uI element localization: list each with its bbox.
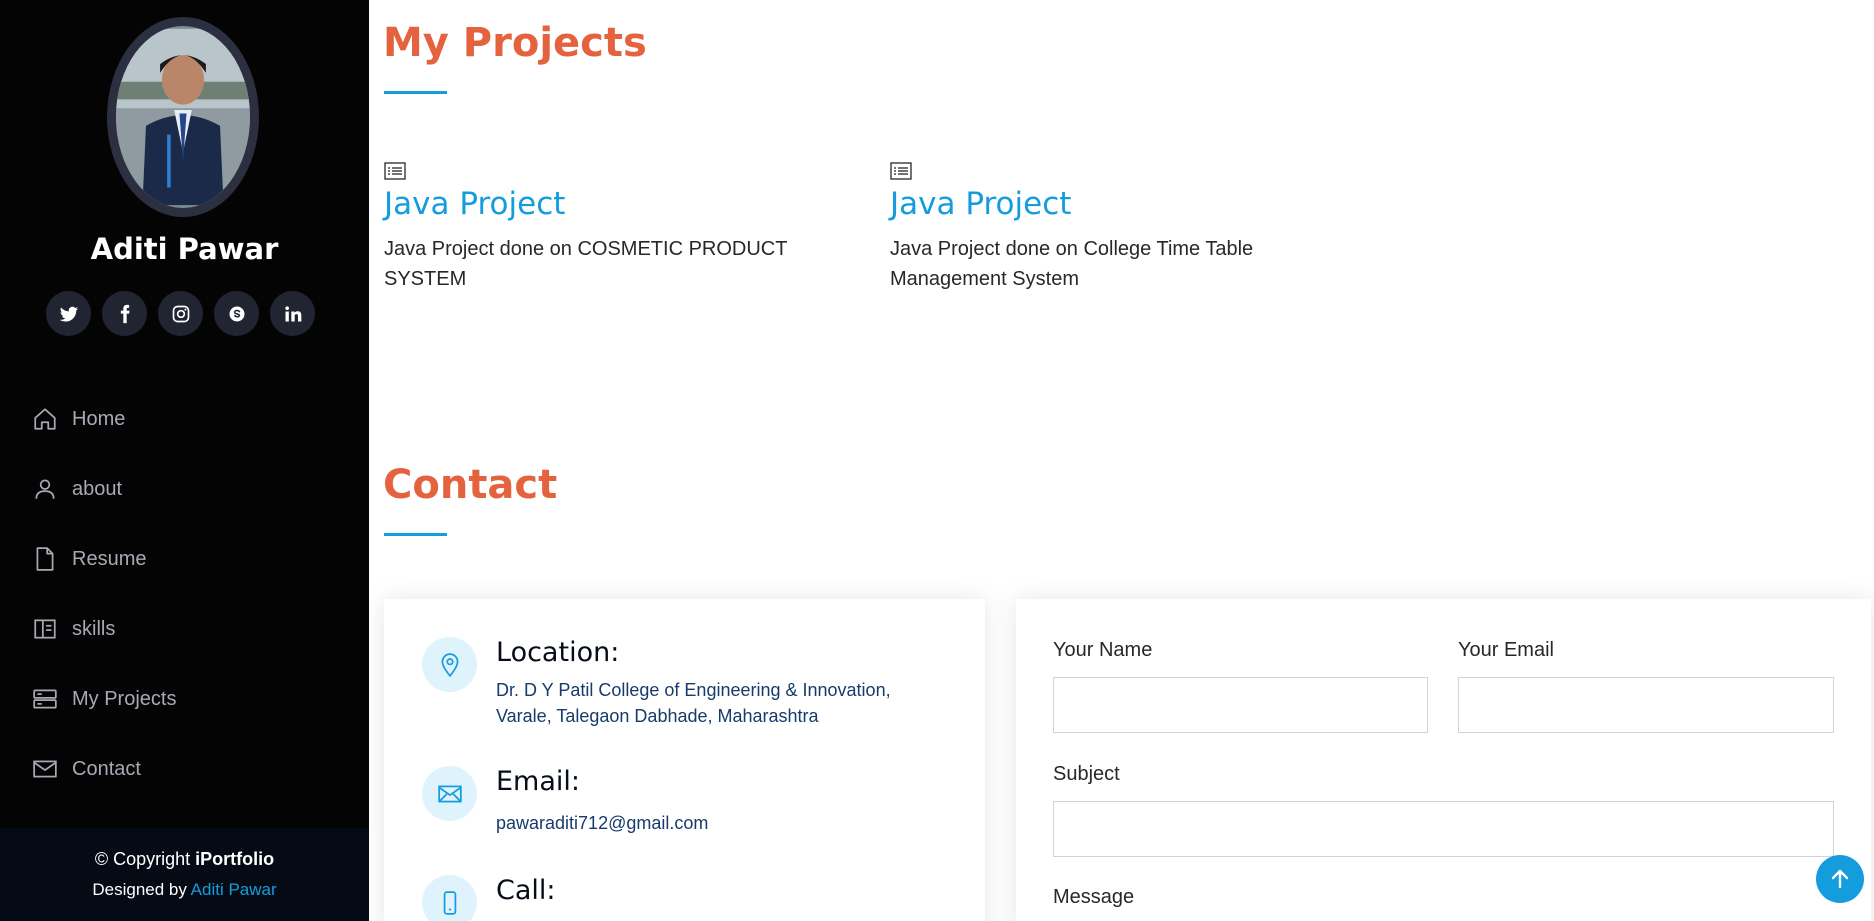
phone-icon xyxy=(422,875,477,921)
subject-field-label: Subject xyxy=(1053,763,1120,785)
email-value[interactable]: pawaraditi712@gmail.com xyxy=(496,810,936,836)
instagram-link[interactable] xyxy=(158,291,203,336)
social-links xyxy=(46,291,315,336)
project-card: Java Project Java Project done on COSMET… xyxy=(384,162,874,294)
copyright-brand: iPortfolio xyxy=(195,849,275,869)
email-field-label: Your Email xyxy=(1458,639,1554,661)
envelope-icon xyxy=(32,756,58,782)
call-label: Call: xyxy=(496,875,556,906)
email-label: Email: xyxy=(496,766,581,797)
contact-section-title: Contact xyxy=(383,462,558,508)
list-icon xyxy=(890,162,912,180)
nav-item-my-projects[interactable]: My Projects xyxy=(32,664,176,734)
book-icon xyxy=(32,616,58,642)
nav-item-resume[interactable]: Resume xyxy=(32,524,176,594)
nav-item-contact[interactable]: Contact xyxy=(32,734,176,804)
skype-icon xyxy=(229,306,244,321)
nav-item-about[interactable]: about xyxy=(32,454,176,524)
list-icon xyxy=(384,162,406,180)
map-pin-icon xyxy=(422,637,477,692)
nav-label-skills: skills xyxy=(72,617,116,640)
person-icon xyxy=(32,476,58,502)
credits-prefix: Designed by xyxy=(92,880,191,899)
instagram-icon xyxy=(172,305,189,322)
projects-title-underline xyxy=(384,91,447,94)
nav-label-home: Home xyxy=(72,407,126,430)
facebook-icon xyxy=(120,304,130,323)
name-field[interactable] xyxy=(1053,677,1428,733)
arrow-up-icon xyxy=(1831,869,1849,889)
contact-info-card: Location: Dr. D Y Patil College of Engin… xyxy=(384,599,985,921)
message-field-label: Message xyxy=(1053,886,1135,908)
name-field-label: Your Name xyxy=(1053,639,1153,661)
linkedin-icon xyxy=(284,305,301,321)
location-value: Dr. D Y Patil College of Engineering & I… xyxy=(496,680,891,726)
envelope-icon xyxy=(422,766,477,821)
email-field[interactable] xyxy=(1458,677,1834,733)
back-to-top-button[interactable] xyxy=(1816,855,1864,903)
copyright-prefix: © Copyright xyxy=(94,849,196,869)
project-title[interactable]: Java Project xyxy=(890,186,1310,222)
twitter-icon xyxy=(59,306,78,321)
server-icon xyxy=(32,686,58,712)
skype-link[interactable] xyxy=(214,291,259,336)
project-description: Java Project done on COSMETIC PRODUCT SY… xyxy=(384,238,788,290)
subject-field[interactable] xyxy=(1053,801,1834,857)
linkedin-link[interactable] xyxy=(270,291,315,336)
sidebar-footer: © Copyright iPortfolio Designed by Aditi… xyxy=(0,828,369,921)
nav-label-my-projects: My Projects xyxy=(72,687,177,710)
sidebar-nav: Home about Resume skills My Projects Con… xyxy=(32,384,176,804)
file-icon xyxy=(32,546,58,572)
contact-title-underline xyxy=(384,533,447,536)
nav-label-about: about xyxy=(72,477,123,500)
nav-item-home[interactable]: Home xyxy=(32,384,176,454)
projects-section-title: My Projects xyxy=(383,20,647,66)
location-label: Location: xyxy=(496,637,620,668)
twitter-link[interactable] xyxy=(46,291,91,336)
profile-photo xyxy=(116,28,250,206)
project-description: Java Project done on College Time Table … xyxy=(890,238,1254,290)
nav-label-contact: Contact xyxy=(72,757,141,780)
contact-form-card: Your Name Your Email Subject Message xyxy=(1016,599,1871,921)
nav-label-resume: Resume xyxy=(72,547,147,570)
project-card: Java Project Java Project done on Colleg… xyxy=(890,162,1310,294)
home-icon xyxy=(32,406,58,432)
facebook-link[interactable] xyxy=(102,291,147,336)
nav-item-skills[interactable]: skills xyxy=(32,594,176,664)
avatar xyxy=(107,17,259,217)
designer-link[interactable]: Aditi Pawar xyxy=(191,880,277,899)
project-title[interactable]: Java Project xyxy=(384,186,874,222)
profile-name: Aditi Pawar xyxy=(90,232,279,266)
sidebar: Aditi Pawar Home about Resume skills My … xyxy=(0,0,369,921)
copyright: © Copyright iPortfolio xyxy=(0,849,369,870)
credits: Designed by Aditi Pawar xyxy=(0,880,369,900)
